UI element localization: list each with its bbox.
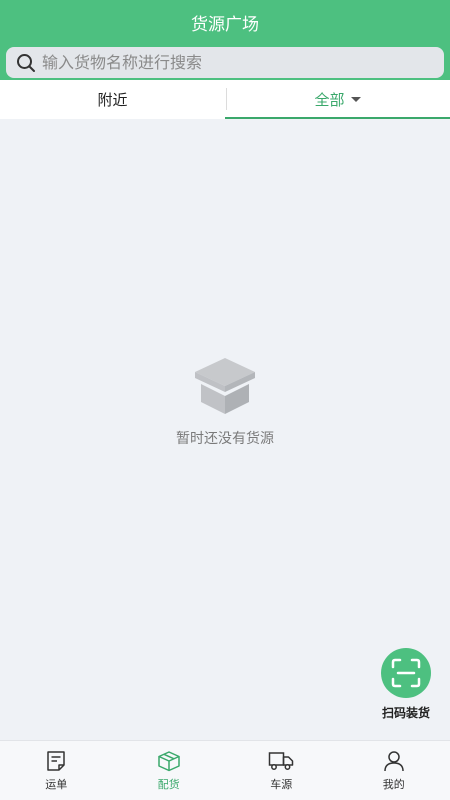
scan-button-circle[interactable] <box>381 648 431 698</box>
nav-item-distribution[interactable]: 配货 <box>113 741 226 800</box>
nav-label-waybill: 运单 <box>45 777 68 791</box>
tab-divider <box>226 88 227 110</box>
empty-state: 暂时还没有货源 <box>0 356 450 448</box>
caret-down-icon <box>350 97 361 102</box>
header-bar: 货源广场 <box>0 0 450 45</box>
nav-label-distribution: 配货 <box>157 777 180 791</box>
truck-icon <box>268 750 294 772</box>
tab-all[interactable]: 全部 <box>225 80 450 119</box>
tab-nearby[interactable]: 附近 <box>0 80 225 119</box>
search-box[interactable] <box>6 47 444 78</box>
scan-load-label: 扫码装货 <box>381 706 430 720</box>
tab-all-label: 全部 <box>314 91 345 109</box>
scan-icon <box>391 658 421 688</box>
nav-label-mine: 我的 <box>382 777 405 791</box>
bottom-nav: 运单 配货 车源 我的 <box>0 740 450 800</box>
search-input[interactable] <box>42 53 422 72</box>
search-icon <box>17 53 35 72</box>
user-icon <box>383 750 405 772</box>
tab-nearby-label: 附近 <box>97 91 128 109</box>
nav-item-trucks[interactable]: 车源 <box>225 741 338 800</box>
nav-item-waybill[interactable]: 运单 <box>0 741 113 800</box>
box-icon <box>157 750 181 772</box>
empty-box-icon <box>195 358 255 414</box>
search-bar <box>0 45 450 80</box>
nav-item-mine[interactable]: 我的 <box>338 741 450 800</box>
empty-state-text: 暂时还没有货源 <box>176 431 274 447</box>
waybill-icon <box>45 750 67 772</box>
nav-label-trucks: 车源 <box>270 777 293 791</box>
page-title: 货源广场 <box>191 15 259 35</box>
filter-tabs: 附近 全部 <box>0 80 450 119</box>
scan-load-button[interactable]: 扫码装货 <box>374 648 438 721</box>
